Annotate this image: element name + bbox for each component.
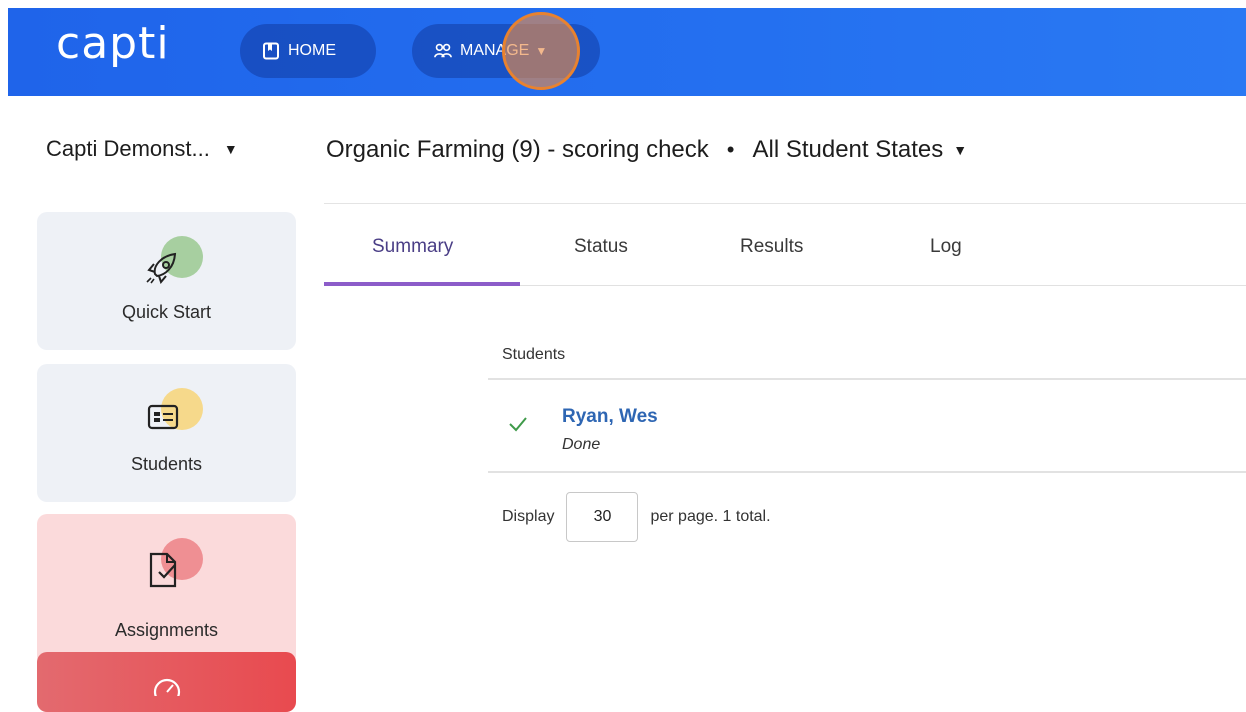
pagination: Display per page. 1 total. xyxy=(502,492,771,542)
top-navigation-bar: capti HOME MANAGE ▼ xyxy=(8,8,1246,96)
click-highlight-marker xyxy=(502,12,580,90)
chevron-down-icon: ▼ xyxy=(953,142,968,158)
student-name-link[interactable]: Ryan, Wes xyxy=(562,406,658,428)
sidebar-item-students[interactable]: Students xyxy=(37,364,296,502)
sidebar-item-quick-start[interactable]: Quick Start xyxy=(37,212,296,350)
divider xyxy=(488,471,1246,473)
assignment-context-header: Organic Farming (9) - scoring check • Al… xyxy=(326,136,967,164)
student-state: Done xyxy=(562,436,601,453)
pager-prefix: Display xyxy=(502,508,555,525)
bookmark-icon xyxy=(262,42,280,60)
sidebar-item-next[interactable] xyxy=(37,652,296,712)
active-tab-indicator xyxy=(324,282,520,286)
tab-status[interactable]: Status xyxy=(574,236,628,258)
id-card-icon xyxy=(137,386,203,446)
tab-log[interactable]: Log xyxy=(930,236,962,258)
students-column-header: Students xyxy=(502,346,566,363)
home-nav-button[interactable]: HOME xyxy=(240,24,376,78)
assignment-title: Organic Farming (9) - scoring check xyxy=(326,136,709,163)
organization-selector[interactable]: Capti Demonst... ▼ xyxy=(46,136,238,162)
capti-logo[interactable]: capti xyxy=(56,22,170,66)
rocket-icon xyxy=(137,234,203,294)
tab-bar: Summary Status Results Log xyxy=(324,220,1246,286)
sidebar-item-label: Quick Start xyxy=(121,302,212,322)
organization-name: Capti Demonst... xyxy=(46,136,210,161)
users-icon xyxy=(434,42,452,60)
assignment-icon xyxy=(137,536,203,596)
sidebar-item-label: Assignments xyxy=(114,620,219,640)
separator: • xyxy=(726,137,735,162)
divider xyxy=(324,203,1246,204)
sidebar-item-assignments[interactable]: Assignments xyxy=(37,514,296,666)
check-icon xyxy=(508,416,528,437)
sidebar-item-label: Students xyxy=(130,454,203,474)
page-size-input[interactable] xyxy=(566,492,639,542)
table-row: Ryan, Wes Done xyxy=(488,380,1246,472)
tab-summary[interactable]: Summary xyxy=(372,236,453,258)
student-state-filter[interactable]: All Student States ▼ xyxy=(752,136,967,164)
tab-results[interactable]: Results xyxy=(740,236,803,258)
gauge-icon xyxy=(152,676,182,706)
chevron-down-icon: ▼ xyxy=(223,141,238,157)
pager-suffix: per page. 1 total. xyxy=(650,508,771,525)
student-state-filter-label: All Student States xyxy=(752,136,944,163)
home-nav-label: HOME xyxy=(288,42,336,59)
